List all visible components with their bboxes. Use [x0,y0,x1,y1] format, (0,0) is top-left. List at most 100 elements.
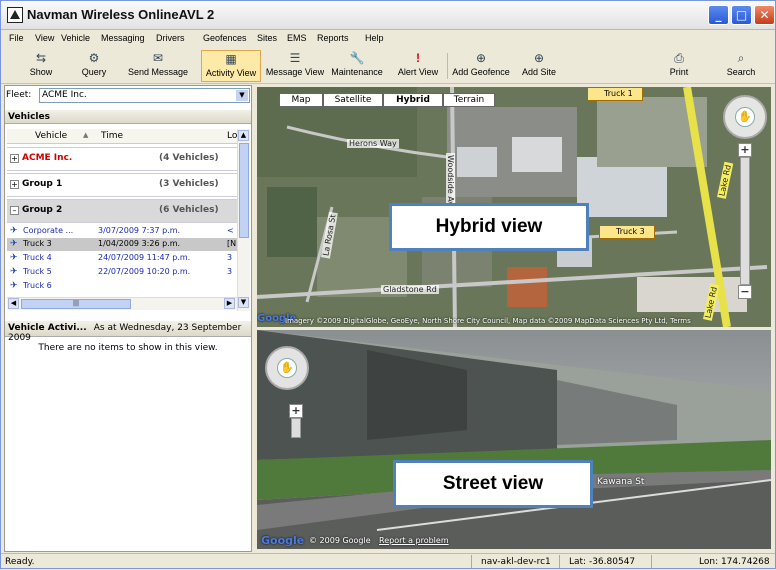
collapse-icon[interactable]: – [10,206,19,215]
window-title: Navman Wireless OnlineAVL 2 [27,7,215,22]
zoom-slider[interactable] [740,157,750,285]
fleet-dropdown[interactable]: ACME Inc. ▼ [39,88,250,103]
street-view[interactable]: ✋ + Street view Kawana St Google © 2009 … [257,330,771,549]
menu-help[interactable]: Help [365,33,384,43]
status-divider [651,555,652,568]
street-pan-control[interactable]: ✋ [265,346,309,390]
maintenance-button[interactable]: 🔧 Maintenance [327,50,387,82]
toolbar: ⇆ Show ⚙ Query ✉ Send Message ▦ Activity Vie… [1,49,775,84]
status-divider [559,555,560,568]
map-view[interactable]: Map Satellite Hybrid Terrain Herons Way … [257,87,771,327]
send-message-button[interactable]: ✉ Send Message [121,50,195,82]
street-zoom-in-button[interactable]: + [289,404,303,418]
scroll-thumb[interactable] [239,143,249,238]
menu-view[interactable]: View [35,33,54,43]
vehicle-row[interactable]: ✈ Truck 5 22/07/2009 10:20 p.m. 3 [7,266,237,279]
map-pan-control[interactable]: ✋ [723,95,767,139]
scroll-up-icon[interactable]: ▲ [238,130,249,141]
menu-file[interactable]: File [9,33,24,43]
vehicle-row[interactable]: ✈ Truck 4 24/07/2009 11:47 p.m. 3 [7,252,237,265]
title-bar[interactable]: Navman Wireless OnlineAVL 2 _ □ ✕ [1,1,775,30]
scroll-left-icon[interactable]: ◀ [8,298,19,309]
map-tab-terrain[interactable]: Terrain [443,93,495,107]
add-geofence-button[interactable]: ⊕ Add Geofence [451,50,511,82]
vehicle-icon: ✈ [10,226,18,236]
vehicle-row[interactable]: ✈ Corporate ... 3/07/2009 7:37 p.m. < [7,225,237,238]
vehicles-header: Vehicles [5,110,251,124]
menu-vehicle[interactable]: Vehicle [61,33,90,43]
menu-sites[interactable]: Sites [257,33,277,43]
street-copyright: © 2009 Google [309,536,371,545]
send-message-icon: ✉ [152,51,164,65]
add-site-button[interactable]: ⊕ Add Site [519,50,559,82]
vehicle-grid-header: Vehicle ▲ Time Lo [7,129,243,144]
search-button[interactable]: ⌕ Search [721,50,761,82]
map-tab-satellite[interactable]: Satellite [323,93,383,107]
scroll-down-icon[interactable]: ▼ [238,297,249,308]
status-text: Ready. [5,557,35,567]
chevron-down-icon[interactable]: ▼ [236,90,248,101]
group-row-acme[interactable]: + ACME Inc. (4 Vehicles) [7,147,237,171]
expand-icon[interactable]: + [10,154,19,163]
fleet-label: Fleet: [6,90,32,100]
activity-empty-message: There are no items to show in this view. [38,343,218,353]
menu-messaging[interactable]: Messaging [101,33,145,43]
street-zoom-slider[interactable] [291,418,301,438]
road-label: Herons Way [347,139,399,148]
google-logo: Google [261,534,305,547]
group-name: ACME Inc. [22,153,73,163]
vehicle-row[interactable]: ✈ Truck 6 [7,280,237,293]
group-row-group2[interactable]: – Group 2 (6 Vehicles) [7,199,237,223]
vehicle-list-scrollbar[interactable]: ▲ ▼ [237,129,250,311]
vehicle-icon: ✈ [10,267,18,277]
app-logo-icon [7,7,23,23]
map-tab-hybrid[interactable]: Hybrid [383,93,443,107]
add-site-icon: ⊕ [533,51,545,65]
scroll-right-icon[interactable]: ▶ [224,298,235,309]
maximize-button[interactable]: □ [731,5,752,25]
zoom-in-button[interactable]: + [738,143,752,157]
vehicle-icon: ✈ [10,239,18,249]
alert-view-button[interactable]: ! Alert View [393,50,443,82]
print-button[interactable]: ⎙ Print [661,50,697,82]
search-icon: ⌕ [737,51,745,65]
hscroll-thumb[interactable]: ||| [21,299,131,309]
minimize-button[interactable]: _ [708,5,729,25]
vehicle-icon: ✈ [10,253,18,263]
street-view-callout: Street view [393,460,593,508]
expand-icon[interactable]: + [10,180,19,189]
menu-geofences[interactable]: Geofences [203,33,247,43]
zoom-out-button[interactable]: − [738,285,752,299]
fleet-value: ACME Inc. [42,90,87,100]
group-count: (4 Vehicles) [159,153,219,163]
group-count: (6 Vehicles) [159,205,219,215]
query-button[interactable]: ⚙ Query [71,50,117,82]
vehicle-row[interactable]: ✈ Truck 3 1/04/2009 3:26 p.m. [N [7,238,237,251]
message-view-button[interactable]: ☰ Message View [263,50,327,82]
query-icon: ⚙ [88,51,100,65]
vehicle-list-hscrollbar[interactable]: ◀ ||| ▶ [7,297,237,310]
show-button[interactable]: ⇆ Show [21,50,61,82]
report-problem-link[interactable]: Report a problem [379,536,449,545]
close-button[interactable]: ✕ [754,5,775,25]
status-server: nav-akl-dev-rc1 [481,557,551,567]
menu-reports[interactable]: Reports [317,33,349,43]
status-bar: Ready. nav-akl-dev-rc1 Lat: -36.80547 Lo… [1,553,775,570]
road-label: Gladstone Rd [381,285,439,294]
group-row-group1[interactable]: + Group 1 (3 Vehicles) [7,173,237,197]
activity-title: Vehicle Activi... [8,323,87,333]
vehicle-marker-truck3[interactable]: Truck 3 [599,225,655,239]
column-vehicle[interactable]: Vehicle [35,131,67,141]
street-imagery [257,330,771,549]
column-time[interactable]: Time [101,131,123,141]
map-tab-map[interactable]: Map [279,93,323,107]
column-location[interactable]: Lo [227,131,237,141]
group-count: (3 Vehicles) [159,179,219,189]
toolbar-separator [447,53,448,79]
vehicle-marker-truck1[interactable]: Truck 1 [587,87,643,101]
menu-ems[interactable]: EMS [287,33,307,43]
menu-drivers[interactable]: Drivers [156,33,185,43]
activity-view-button[interactable]: ▦ Activity View [201,50,261,82]
sort-asc-icon: ▲ [83,131,89,139]
street-road-label: Kawana St [597,477,645,487]
